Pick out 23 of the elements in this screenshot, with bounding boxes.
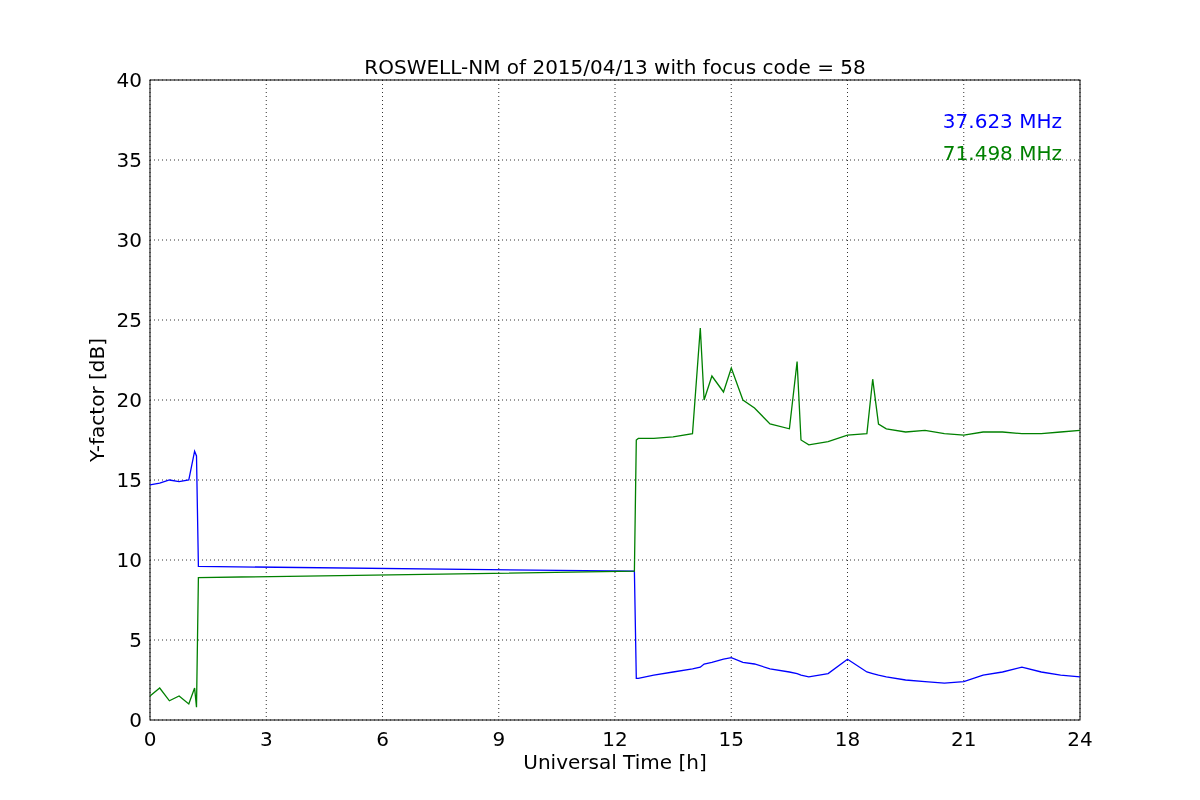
x-axis-label: Universal Time [h]	[523, 750, 707, 774]
y-axis-label: Y-factor [dB]	[85, 338, 109, 462]
x-tick-label: 18	[834, 727, 861, 751]
y-tick-label: 0	[129, 708, 142, 732]
x-tick-label: 6	[376, 727, 389, 751]
y-tick-label: 5	[129, 628, 142, 652]
y-tick-label: 25	[116, 308, 142, 332]
legend-label: 71.498 MHz	[942, 141, 1062, 165]
x-tick-label: 3	[259, 727, 273, 751]
y-tick-label: 35	[116, 148, 142, 172]
x-tick-label: 9	[492, 727, 506, 751]
x-tick-label: 15	[718, 727, 744, 751]
x-tick-label: 24	[1067, 727, 1093, 751]
x-tick-label: 0	[143, 727, 157, 751]
y-tick-label: 30	[116, 228, 142, 252]
chart-title: ROSWELL-NM of 2015/04/13 with focus code = 58	[364, 55, 866, 79]
x-tick-label: 12	[602, 727, 628, 751]
legend-label: 37.623 MHz	[942, 109, 1062, 133]
y-tick-label: 20	[116, 388, 142, 412]
y-tick-label: 40	[116, 68, 142, 92]
y-tick-label: 10	[116, 548, 142, 572]
y-tick-label: 15	[116, 468, 142, 492]
x-tick-label: 21	[951, 727, 977, 751]
